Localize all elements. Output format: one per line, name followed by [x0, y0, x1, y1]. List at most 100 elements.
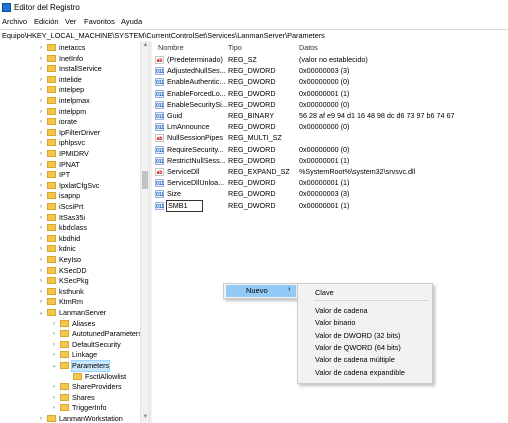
tree-item[interactable]: › InetInfo	[0, 54, 140, 64]
menu-item-new-value[interactable]: Valor binario	[315, 318, 355, 327]
tree-item[interactable]: › KSecDD	[0, 266, 140, 276]
chevron-right-icon[interactable]: ›	[38, 276, 44, 286]
menu-item-new-value[interactable]: Valor de cadena expandible	[315, 368, 405, 377]
chevron-right-icon[interactable]: ›	[38, 234, 44, 244]
value-row[interactable]: 011 AdjustedNullSes... REG_DWORD 0x00000003…	[152, 66, 508, 76]
chevron-right-icon[interactable]: ›	[38, 160, 44, 170]
menu-archivo[interactable]: Archivo	[2, 17, 27, 26]
chevron-right-icon[interactable]: ›	[38, 266, 44, 276]
column-name-header[interactable]: Nombre	[158, 43, 184, 53]
chevron-right-icon[interactable]: ›	[38, 244, 44, 254]
tree-item[interactable]: › InstallService	[0, 64, 140, 74]
tree-item[interactable]: › Shares	[0, 393, 140, 403]
value-row[interactable]: ab (Predeterminado) REG_SZ (valor no establ…	[152, 55, 508, 65]
menu-item-new-value[interactable]: Valor de cadena	[315, 306, 368, 315]
tree-item[interactable]: FsctlAllowlist	[0, 372, 140, 382]
chevron-right-icon[interactable]: ›	[51, 393, 57, 403]
tree-item[interactable]: › DefaultSecurity	[0, 340, 140, 350]
value-row[interactable]: 011 RequireSecurity... REG_DWORD 0x00000000…	[152, 145, 508, 155]
tree-item[interactable]: › iphlpsvc	[0, 138, 140, 148]
tree-item[interactable]: › ItSas35i	[0, 213, 140, 223]
tree-item[interactable]: › iorate	[0, 117, 140, 127]
value-row[interactable]: 011 Size REG_DWORD 0x00000003 (3)	[152, 189, 508, 199]
menu-ver[interactable]: Ver	[65, 17, 76, 26]
tree-item[interactable]: › kbdclass	[0, 223, 140, 233]
chevron-right-icon[interactable]: ›	[51, 350, 57, 360]
tree-item[interactable]: › kbdhid	[0, 234, 140, 244]
chevron-right-icon[interactable]: ›	[38, 297, 44, 307]
chevron-down-icon[interactable]: ⌄	[38, 308, 44, 318]
chevron-right-icon[interactable]: ›	[38, 255, 44, 265]
chevron-right-icon[interactable]: ›	[38, 202, 44, 212]
tree-item[interactable]: › Aliases	[0, 319, 140, 329]
tree-item[interactable]: › inetaccs	[0, 43, 140, 53]
tree-item[interactable]: › KtmRm	[0, 297, 140, 307]
tree-item[interactable]: › kdnic	[0, 244, 140, 254]
chevron-right-icon[interactable]: ›	[38, 287, 44, 297]
value-row[interactable]: 011 EnableSecuritySi... REG_DWORD 0x0000000…	[152, 100, 508, 110]
menu-item-new-value[interactable]: Valor de cadena múltiple	[315, 355, 395, 364]
chevron-right-icon[interactable]: ›	[38, 75, 44, 85]
tree-item[interactable]: › ShareProviders	[0, 382, 140, 392]
value-row[interactable]: 011 SMB1 REG_DWORD 0x00000001 (1)	[152, 199, 508, 212]
column-type-header[interactable]: Tipo	[228, 43, 242, 53]
chevron-right-icon[interactable]: ›	[38, 128, 44, 138]
tree-item[interactable]: ⌄ LanmanServer	[0, 308, 140, 318]
menu-item-nuevo[interactable]: Nuevo ›	[226, 285, 296, 297]
tree-item[interactable]: › IPMIDRV	[0, 149, 140, 159]
chevron-right-icon[interactable]: ›	[38, 138, 44, 148]
tree-item[interactable]: ⌄ Parameters	[0, 360, 140, 372]
tree-item[interactable]: › TriggerInfo	[0, 403, 140, 413]
tree-item[interactable]: › ksthunk	[0, 287, 140, 297]
value-row[interactable]: 011 RestrictNullSess... REG_DWORD 0x0000000…	[152, 156, 508, 166]
chevron-right-icon[interactable]: ›	[38, 213, 44, 223]
tree-item[interactable]: › AutotunedParameters	[0, 329, 142, 339]
chevron-right-icon[interactable]: ›	[51, 319, 57, 329]
chevron-right-icon[interactable]: ›	[38, 149, 44, 159]
tree-item[interactable]: › IpxlatCfgSvc	[0, 181, 140, 191]
tree-item[interactable]: › Linkage	[0, 350, 140, 360]
chevron-right-icon[interactable]: ›	[51, 340, 57, 350]
address-path[interactable]: Equipo\HKEY_LOCAL_MACHINE\SYSTEM\Current…	[2, 31, 325, 40]
tree-item[interactable]: › isapnp	[0, 191, 140, 201]
menu-item-new-value[interactable]: Valor de QWORD (64 bits)	[315, 343, 401, 352]
chevron-right-icon[interactable]: ›	[38, 414, 44, 423]
chevron-right-icon[interactable]: ›	[38, 170, 44, 180]
chevron-right-icon[interactable]: ›	[51, 382, 57, 392]
chevron-right-icon[interactable]: ›	[38, 107, 44, 117]
value-row[interactable]: 011 Guid REG_BINARY 56 28 af e9 94 d1 16 48…	[152, 111, 508, 121]
chevron-right-icon[interactable]: ›	[38, 64, 44, 74]
menu-ayuda[interactable]: Ayuda	[121, 17, 142, 26]
tree-item[interactable]: › KeyIso	[0, 255, 140, 265]
column-data-header[interactable]: Datos	[299, 43, 318, 53]
tree-item[interactable]: › intelide	[0, 75, 140, 85]
tree-item[interactable]: › IPT	[0, 170, 140, 180]
tree-item[interactable]: › IpFilterDriver	[0, 128, 140, 138]
menu-edicion[interactable]: Edición	[34, 17, 59, 26]
chevron-down-icon[interactable]: ⌄	[51, 361, 57, 371]
tree-item[interactable]: › intelpep	[0, 85, 140, 95]
tree-item[interactable]: › iScsiPrt	[0, 202, 140, 212]
chevron-right-icon[interactable]: ›	[38, 96, 44, 106]
value-row[interactable]: 011 EnableForcedLo... REG_DWORD 0x00000001 …	[152, 89, 508, 99]
tree-item[interactable]: › intelppm	[0, 107, 140, 117]
value-row[interactable]: ab ServiceDll REG_EXPAND_SZ %SystemRoot%\sy…	[152, 167, 508, 177]
chevron-right-icon[interactable]: ›	[38, 54, 44, 64]
chevron-right-icon[interactable]: ›	[38, 117, 44, 127]
chevron-right-icon[interactable]: ›	[38, 223, 44, 233]
value-row[interactable]: ab NullSessionPipes REG_MULTI_SZ	[152, 133, 508, 143]
chevron-right-icon[interactable]: ›	[38, 43, 44, 53]
chevron-right-icon[interactable]: ›	[51, 329, 57, 339]
tree-item[interactable]: › IPNAT	[0, 160, 140, 170]
chevron-right-icon[interactable]: ›	[38, 85, 44, 95]
menu-favoritos[interactable]: Favoritos	[84, 17, 115, 26]
tree-item[interactable]: › KSecPkg	[0, 276, 140, 286]
value-row[interactable]: 011 LmAnnounce REG_DWORD 0x00000000 (0)	[152, 122, 508, 132]
key-tree[interactable]: › inetaccs › InetInfo › InstallService › inteli…	[0, 41, 148, 423]
chevron-right-icon[interactable]: ›	[38, 181, 44, 191]
menu-item-new-value[interactable]: Valor de DWORD (32 bits)	[315, 331, 400, 340]
tree-item[interactable]: › intelpmax	[0, 96, 140, 106]
rename-input[interactable]: SMB1	[166, 199, 203, 212]
value-row[interactable]: 011 EnableAuthentic... REG_DWORD 0x00000000…	[152, 77, 508, 87]
tree-item[interactable]: › LanmanWorkstation	[0, 414, 140, 423]
